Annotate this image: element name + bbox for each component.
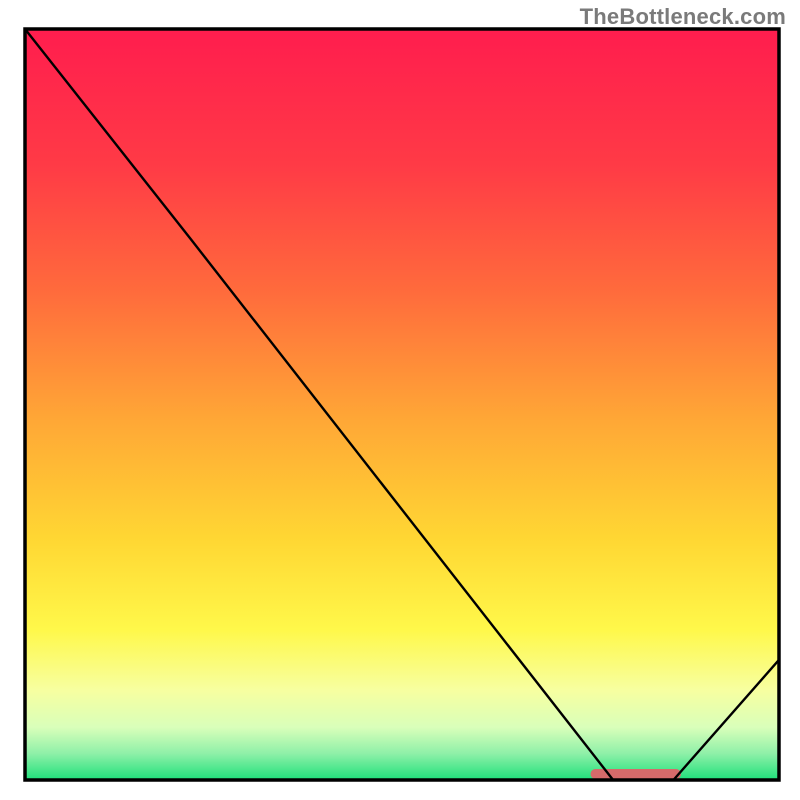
- chart-wrapper: TheBottleneck.com: [0, 0, 800, 800]
- bottleneck-chart: [0, 0, 800, 800]
- watermark-label: TheBottleneck.com: [580, 4, 786, 30]
- optimal-range-marker: [591, 769, 681, 779]
- plot-background: [25, 29, 779, 780]
